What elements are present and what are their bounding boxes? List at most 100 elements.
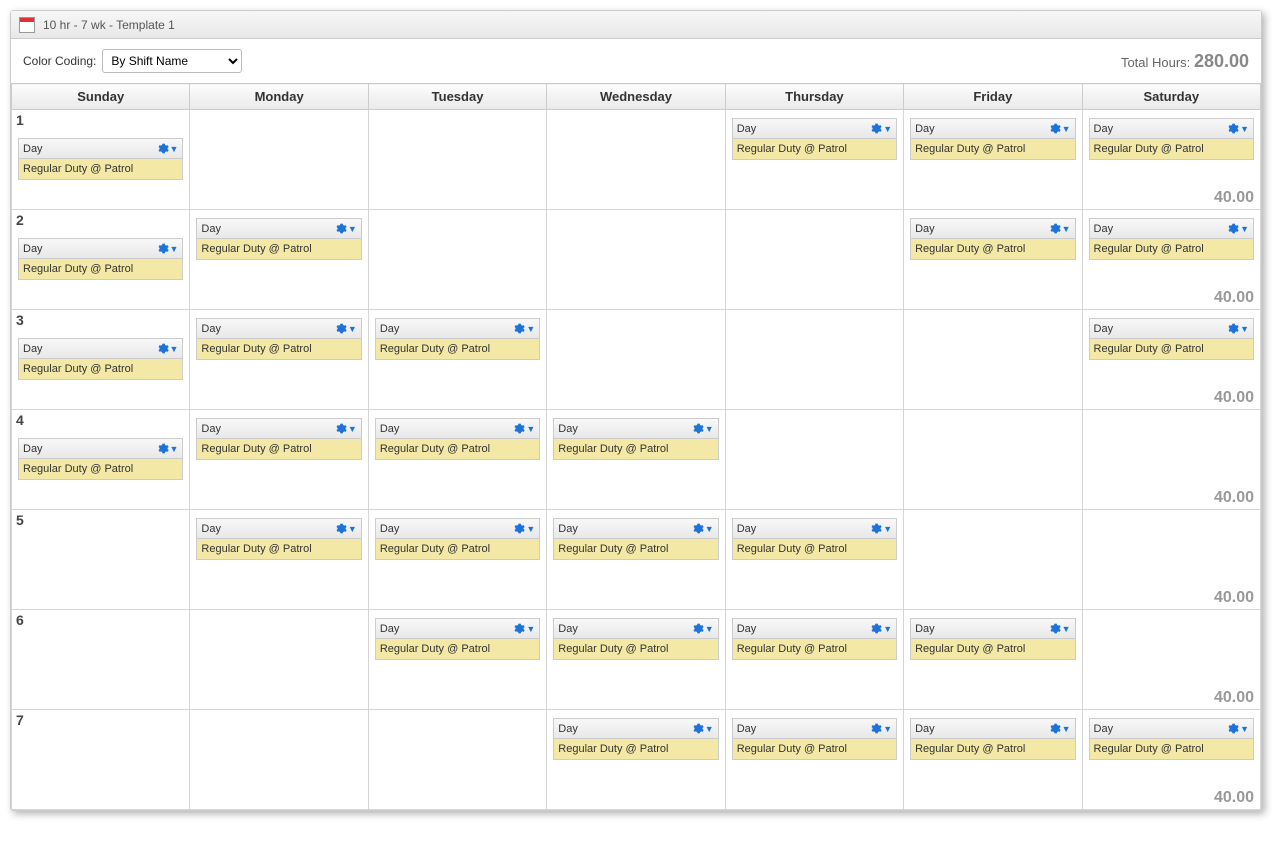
calendar-cell[interactable]: Day▼Regular Duty @ Patrol (368, 610, 546, 710)
shift-block[interactable]: Day▼Regular Duty @ Patrol (1089, 118, 1254, 160)
gear-icon[interactable]: ▼ (691, 622, 714, 635)
shift-block[interactable]: Day▼Regular Duty @ Patrol (553, 418, 718, 460)
calendar-cell[interactable]: 4Day▼Regular Duty @ Patrol (12, 410, 190, 510)
calendar-cell[interactable] (547, 310, 725, 410)
shift-block[interactable]: Day▼Regular Duty @ Patrol (18, 338, 183, 380)
gear-icon[interactable]: ▼ (156, 242, 179, 255)
calendar-cell[interactable]: 5 (12, 510, 190, 610)
gear-icon[interactable]: ▼ (156, 142, 179, 155)
shift-block[interactable]: Day▼Regular Duty @ Patrol (196, 518, 361, 560)
calendar-cell[interactable]: 40.00 (1082, 510, 1260, 610)
calendar-cell[interactable]: Day▼Regular Duty @ Patrol (904, 710, 1082, 810)
gear-icon[interactable]: ▼ (334, 222, 357, 235)
shift-block[interactable]: Day▼Regular Duty @ Patrol (18, 438, 183, 480)
gear-icon[interactable]: ▼ (156, 342, 179, 355)
calendar-cell[interactable]: Day▼Regular Duty @ Patrol (547, 710, 725, 810)
shift-block[interactable]: Day▼Regular Duty @ Patrol (910, 118, 1075, 160)
gear-icon[interactable]: ▼ (691, 422, 714, 435)
calendar-cell[interactable]: 40.00 (1082, 410, 1260, 510)
calendar-cell[interactable]: 7 (12, 710, 190, 810)
shift-block[interactable]: Day▼Regular Duty @ Patrol (196, 218, 361, 260)
shift-block[interactable]: Day▼Regular Duty @ Patrol (375, 518, 540, 560)
gear-icon[interactable]: ▼ (1048, 722, 1071, 735)
color-coding-select[interactable]: By Shift Name (102, 49, 242, 73)
gear-icon[interactable]: ▼ (869, 722, 892, 735)
calendar-cell[interactable] (904, 510, 1082, 610)
shift-block[interactable]: Day▼Regular Duty @ Patrol (375, 418, 540, 460)
gear-icon[interactable]: ▼ (1048, 122, 1071, 135)
shift-block[interactable]: Day▼Regular Duty @ Patrol (196, 418, 361, 460)
calendar-cell[interactable]: Day▼Regular Duty @ Patrol (368, 310, 546, 410)
gear-icon[interactable]: ▼ (1226, 122, 1249, 135)
calendar-cell[interactable]: Day▼Regular Duty @ Patrol (190, 310, 368, 410)
shift-block[interactable]: Day▼Regular Duty @ Patrol (732, 618, 897, 660)
calendar-cell[interactable]: 3Day▼Regular Duty @ Patrol (12, 310, 190, 410)
calendar-cell[interactable]: Day▼Regular Duty @ Patrol (368, 510, 546, 610)
calendar-cell[interactable] (547, 210, 725, 310)
calendar-cell[interactable]: Day▼Regular Duty @ Patrol (904, 110, 1082, 210)
calendar-cell[interactable]: 40.00 (1082, 610, 1260, 710)
gear-icon[interactable]: ▼ (512, 622, 535, 635)
shift-block[interactable]: Day▼Regular Duty @ Patrol (732, 718, 897, 760)
calendar-cell[interactable]: Day▼Regular Duty @ Patrol (725, 110, 903, 210)
shift-block[interactable]: Day▼Regular Duty @ Patrol (18, 238, 183, 280)
calendar-cell[interactable]: Day▼Regular Duty @ Patrol (904, 210, 1082, 310)
gear-icon[interactable]: ▼ (1048, 622, 1071, 635)
gear-icon[interactable]: ▼ (512, 422, 535, 435)
calendar-cell[interactable]: Day▼Regular Duty @ Patrol (190, 510, 368, 610)
calendar-cell[interactable] (190, 610, 368, 710)
shift-block[interactable]: Day▼Regular Duty @ Patrol (1089, 318, 1254, 360)
calendar-cell[interactable] (725, 410, 903, 510)
shift-block[interactable]: Day▼Regular Duty @ Patrol (553, 518, 718, 560)
gear-icon[interactable]: ▼ (334, 522, 357, 535)
gear-icon[interactable]: ▼ (869, 122, 892, 135)
gear-icon[interactable]: ▼ (869, 522, 892, 535)
calendar-cell[interactable] (725, 310, 903, 410)
gear-icon[interactable]: ▼ (334, 422, 357, 435)
shift-block[interactable]: Day▼Regular Duty @ Patrol (375, 318, 540, 360)
gear-icon[interactable]: ▼ (869, 622, 892, 635)
shift-block[interactable]: Day▼Regular Duty @ Patrol (1089, 218, 1254, 260)
calendar-cell[interactable]: Day▼Regular Duty @ Patrol (547, 510, 725, 610)
calendar-cell[interactable] (547, 110, 725, 210)
shift-block[interactable]: Day▼Regular Duty @ Patrol (732, 518, 897, 560)
calendar-cell[interactable]: Day▼Regular Duty @ Patrol (725, 710, 903, 810)
gear-icon[interactable]: ▼ (512, 522, 535, 535)
shift-block[interactable]: Day▼Regular Duty @ Patrol (553, 618, 718, 660)
calendar-cell[interactable] (368, 710, 546, 810)
calendar-cell[interactable]: Day▼Regular Duty @ Patrol40.00 (1082, 210, 1260, 310)
gear-icon[interactable]: ▼ (1226, 722, 1249, 735)
gear-icon[interactable]: ▼ (1226, 322, 1249, 335)
calendar-cell[interactable]: Day▼Regular Duty @ Patrol (904, 610, 1082, 710)
calendar-cell[interactable]: Day▼Regular Duty @ Patrol (368, 410, 546, 510)
calendar-cell[interactable]: Day▼Regular Duty @ Patrol (547, 410, 725, 510)
gear-icon[interactable]: ▼ (691, 522, 714, 535)
gear-icon[interactable]: ▼ (1226, 222, 1249, 235)
shift-block[interactable]: Day▼Regular Duty @ Patrol (910, 718, 1075, 760)
calendar-cell[interactable] (368, 210, 546, 310)
calendar-cell[interactable] (904, 410, 1082, 510)
calendar-cell[interactable]: Day▼Regular Duty @ Patrol40.00 (1082, 710, 1260, 810)
calendar-cell[interactable] (190, 710, 368, 810)
calendar-cell[interactable]: Day▼Regular Duty @ Patrol (190, 410, 368, 510)
gear-icon[interactable]: ▼ (334, 322, 357, 335)
shift-block[interactable]: Day▼Regular Duty @ Patrol (910, 618, 1075, 660)
calendar-cell[interactable] (904, 310, 1082, 410)
calendar-cell[interactable]: 2Day▼Regular Duty @ Patrol (12, 210, 190, 310)
calendar-cell[interactable] (725, 210, 903, 310)
calendar-cell[interactable]: Day▼Regular Duty @ Patrol (547, 610, 725, 710)
calendar-cell[interactable]: Day▼Regular Duty @ Patrol (725, 510, 903, 610)
gear-icon[interactable]: ▼ (691, 722, 714, 735)
calendar-cell[interactable] (368, 110, 546, 210)
calendar-cell[interactable]: Day▼Regular Duty @ Patrol (190, 210, 368, 310)
shift-block[interactable]: Day▼Regular Duty @ Patrol (1089, 718, 1254, 760)
calendar-cell[interactable] (190, 110, 368, 210)
shift-block[interactable]: Day▼Regular Duty @ Patrol (732, 118, 897, 160)
gear-icon[interactable]: ▼ (512, 322, 535, 335)
gear-icon[interactable]: ▼ (156, 442, 179, 455)
gear-icon[interactable]: ▼ (1048, 222, 1071, 235)
calendar-cell[interactable]: 1Day▼Regular Duty @ Patrol (12, 110, 190, 210)
shift-block[interactable]: Day▼Regular Duty @ Patrol (196, 318, 361, 360)
shift-block[interactable]: Day▼Regular Duty @ Patrol (910, 218, 1075, 260)
calendar-cell[interactable]: Day▼Regular Duty @ Patrol40.00 (1082, 310, 1260, 410)
